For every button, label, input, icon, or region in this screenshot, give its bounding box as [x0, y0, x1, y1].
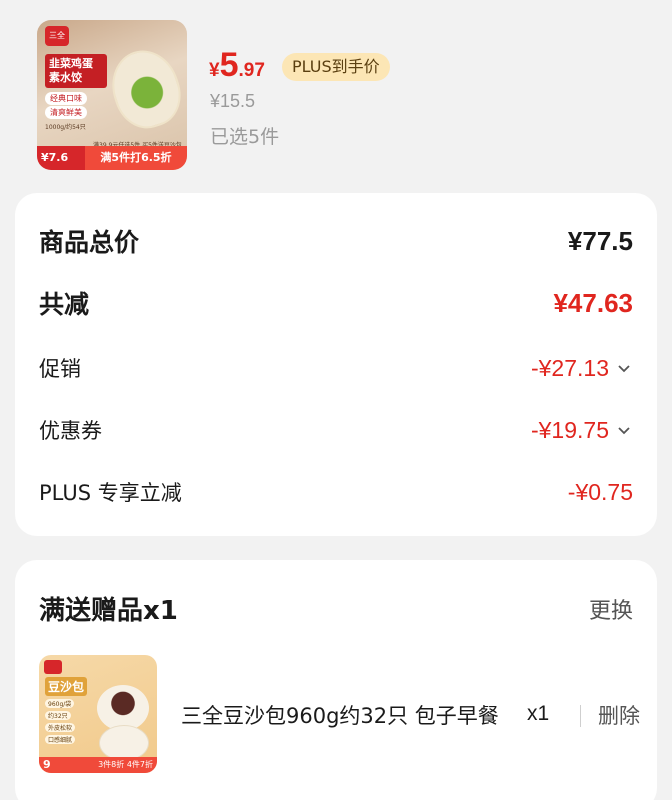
change-gift-button[interactable]: 更换: [589, 593, 633, 625]
price-decimal: .97: [238, 60, 265, 81]
chevron-down-icon: [618, 427, 630, 435]
product-image-title: 韭菜鸡蛋素水饺: [45, 54, 107, 88]
plus-discount-row: PLUS 专享立减 -¥0.75: [39, 477, 633, 507]
gift-image-tag: 960g/袋: [45, 699, 75, 708]
price-symbol: ¥: [209, 60, 220, 81]
coupon-label: 优惠券: [39, 419, 102, 443]
total-reduce-row: 共减 ¥47.63: [39, 285, 633, 321]
cart-product-item: 三全 韭菜鸡蛋素水饺 经典口味 清爽鲜美 1000g/约54只 满39.9元任选…: [0, 0, 672, 182]
promotion-row[interactable]: 促销 -¥27.13: [39, 353, 633, 383]
brand-logo: 三全: [45, 26, 69, 46]
bun-illustration: [99, 725, 149, 761]
gift-image-number: 9: [43, 758, 51, 771]
delete-gift-button[interactable]: 删除: [598, 700, 640, 730]
product-image[interactable]: 三全 韭菜鸡蛋素水饺 经典口味 清爽鲜美 1000g/约54只 满39.9元任选…: [37, 20, 187, 170]
product-image-tag: 清爽鲜美: [45, 106, 87, 119]
original-price: ¥15.5: [210, 91, 256, 111]
total-price-label: 商品总价: [39, 228, 140, 257]
plus-price-badge: PLUS到手价: [282, 53, 390, 81]
gift-quantity: x1: [527, 702, 550, 725]
gift-image-title: 豆沙包: [45, 677, 88, 696]
coupon-value-wrap[interactable]: -¥19.75: [531, 417, 633, 444]
total-price-row: 商品总价 ¥77.5: [39, 223, 633, 259]
total-price-value: ¥77.5: [567, 225, 633, 256]
gift-title: 满送赠品x1: [39, 596, 178, 626]
gift-image-deal: 3件8折 4件7折: [39, 757, 157, 773]
divider: [580, 705, 581, 727]
gift-image-tag: 口感细腻: [45, 735, 76, 744]
price-integer: 5: [219, 46, 239, 84]
product-price: ¥ 5 .97: [209, 48, 265, 82]
chevron-down-icon: [618, 365, 630, 373]
promotion-value: -¥27.13: [530, 354, 609, 381]
brand-logo: [44, 660, 62, 674]
product-image-weight: 1000g/约54只: [45, 124, 86, 131]
product-image-deal: 满5件打6.5折: [85, 146, 187, 170]
plus-discount-label: PLUS 专享立减: [39, 481, 182, 505]
gift-image-tag: 外皮松软: [45, 723, 76, 732]
plus-discount-value: -¥0.75: [567, 478, 633, 505]
price-summary-card: 商品总价 ¥77.5 共减 ¥47.63 促销 -¥27.13 优惠券 -¥19…: [15, 193, 657, 536]
gift-image-tag: 约32只: [45, 711, 71, 720]
coupon-value: -¥19.75: [530, 416, 609, 443]
promotion-label: 促销: [39, 357, 81, 381]
coupon-row[interactable]: 优惠券 -¥19.75: [39, 415, 633, 445]
product-image-price: ¥7.6: [37, 146, 85, 170]
selected-count: 已选5件: [210, 126, 280, 148]
gift-card: 满送赠品x1 更换 豆沙包 960g/袋 约32只 外皮松软 口感细腻 3件8折…: [15, 560, 657, 800]
product-image-tag: 经典口味: [45, 92, 87, 105]
dumpling-illustration: [102, 41, 187, 137]
total-reduce-value: ¥47.63: [553, 287, 633, 318]
gift-image[interactable]: 豆沙包 960g/袋 约32只 外皮松软 口感细腻 3件8折 4件7折 9: [39, 655, 157, 773]
gift-name[interactable]: 三全豆沙包960g约32只 包子早餐: [181, 700, 521, 730]
promotion-value-wrap[interactable]: -¥27.13: [531, 355, 633, 382]
total-reduce-label: 共减: [39, 290, 90, 319]
